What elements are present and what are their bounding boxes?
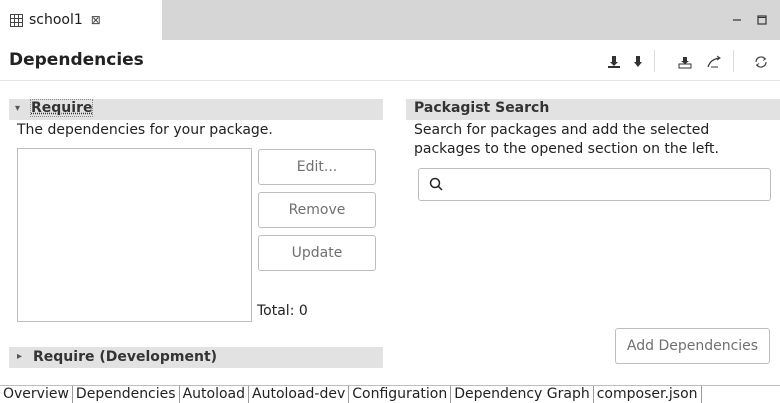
editor-tab-label: school1 [29, 12, 83, 28]
require-section-title[interactable]: Require [31, 100, 92, 116]
update-button[interactable]: Update [258, 235, 376, 271]
minimize-icon[interactable] [732, 14, 742, 28]
packagist-search-input[interactable] [418, 168, 771, 201]
page-title: Dependencies [9, 50, 144, 70]
tab-autoload[interactable]: Autoload [180, 386, 249, 403]
packagist-description-line2: packages to the opened section on the le… [414, 141, 719, 157]
chevron-right-icon[interactable]: ▸ [17, 351, 22, 362]
editor-tab-school1[interactable]: school1 ⊠ [0, 0, 162, 40]
tab-dependencies[interactable]: Dependencies [73, 386, 180, 403]
remove-button[interactable]: Remove [258, 192, 376, 228]
tab-dependency-graph[interactable]: Dependency Graph [451, 386, 594, 403]
tab-composer-json[interactable]: composer.json [594, 386, 702, 403]
maximize-icon[interactable] [757, 14, 767, 28]
refresh-icon[interactable] [753, 54, 769, 70]
require-dev-section-title[interactable]: Require (Development) [33, 349, 217, 365]
editor-page-tabs: Overview Dependencies Autoload Autoload-… [0, 385, 780, 403]
add-dependencies-button[interactable]: Add Dependencies [615, 328, 770, 364]
grid-icon [10, 14, 23, 27]
header-divider [0, 80, 780, 81]
search-icon [429, 177, 444, 196]
total-count: Total: 0 [257, 303, 308, 319]
self-update-icon[interactable] [677, 54, 693, 70]
toolbar-separator [654, 50, 655, 72]
toolbar-separator [733, 50, 734, 72]
install-icon[interactable] [606, 54, 622, 70]
dependency-list[interactable] [17, 148, 252, 322]
tab-configuration[interactable]: Configuration [349, 386, 451, 403]
packagist-section-title: Packagist Search [414, 100, 549, 116]
dump-autoload-icon[interactable] [706, 54, 722, 70]
update-icon[interactable] [630, 54, 646, 70]
tab-overview[interactable]: Overview [0, 386, 73, 403]
close-icon[interactable]: ⊠ [91, 13, 101, 27]
packagist-description-line1: Search for packages and add the selected [414, 122, 709, 138]
tab-autoload-dev[interactable]: Autoload-dev [249, 386, 349, 403]
chevron-down-icon[interactable]: ▾ [15, 103, 20, 114]
require-description: The dependencies for your package. [17, 122, 273, 138]
edit-button[interactable]: Edit... [258, 149, 376, 185]
